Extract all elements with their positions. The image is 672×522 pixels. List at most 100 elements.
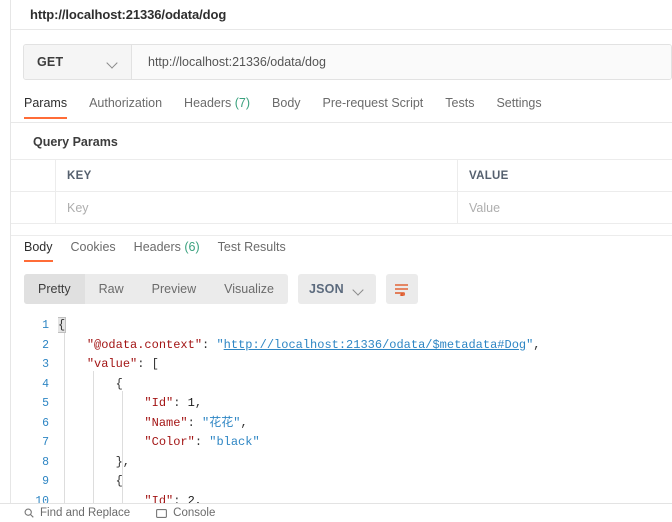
tab-label: Body	[24, 240, 53, 254]
request-tabs-divider	[11, 122, 672, 123]
line-number: 3	[42, 358, 49, 371]
request-tab-settings[interactable]: Settings	[496, 92, 541, 119]
line-number: 9	[42, 475, 49, 488]
line-number: 10	[35, 494, 49, 504]
code-line: },	[58, 453, 672, 473]
query-params-title: Query Params	[33, 135, 118, 149]
code-token: 2	[187, 493, 195, 504]
wrap-lines-icon	[395, 283, 409, 296]
code-token: "Color"	[144, 435, 195, 449]
search-icon	[24, 508, 34, 518]
tab-label: Headers	[184, 96, 232, 110]
status-bar-console[interactable]: Console	[156, 507, 215, 519]
view-mode-raw[interactable]: Raw	[85, 274, 138, 304]
tab-label: Authorization	[89, 96, 163, 110]
line-number: 6	[42, 416, 49, 430]
http-method-selector[interactable]: GET	[24, 45, 132, 79]
indent-guide	[64, 333, 65, 503]
code-token: :	[194, 435, 210, 449]
code-token[interactable]: http://localhost:21336/odata/$metadata#D…	[224, 338, 526, 352]
tab-count-badge: (7)	[231, 96, 251, 110]
row-checkbox-cell[interactable]	[11, 192, 56, 223]
response-format-selector[interactable]: JSON	[297, 274, 376, 304]
url-input[interactable]: http://localhost:21336/odata/dog	[132, 45, 671, 79]
table-row: Key Value	[11, 192, 672, 224]
line-number: 1	[42, 319, 49, 332]
key-column-label: KEY	[67, 169, 92, 182]
query-params-header: Query Params	[11, 128, 672, 156]
code-line: "Name": "花花",	[58, 414, 672, 434]
code-line: "@odata.context": "http://localhost:2133…	[58, 336, 672, 356]
code-token: },	[58, 454, 131, 469]
request-tab-params[interactable]: Params	[24, 92, 68, 119]
checkbox-column-header	[11, 160, 56, 191]
code-token: "black"	[209, 435, 260, 449]
key-input-placeholder: Key	[67, 200, 89, 215]
line-number: 8	[42, 455, 49, 469]
response-format-label: JSON	[308, 282, 344, 296]
key-column-header: KEY	[56, 160, 458, 191]
line-number: 5	[42, 397, 49, 410]
request-tab-body[interactable]: Body	[272, 92, 301, 119]
response-tab-body[interactable]: Body	[24, 237, 53, 262]
tab-count-badge: (6)	[180, 240, 200, 254]
request-tab-tests[interactable]: Tests	[445, 92, 474, 119]
chevron-down-icon	[108, 59, 119, 66]
console-icon	[156, 508, 168, 518]
code-token: ,	[240, 415, 248, 430]
response-tab-cookies[interactable]: Cookies	[71, 237, 116, 262]
line-number: 4	[42, 377, 49, 391]
indent-guide	[93, 371, 94, 503]
table-footer-spacer	[11, 224, 672, 236]
code-line: "Color": "black"	[58, 433, 672, 453]
code-token: {	[58, 376, 123, 391]
value-input-cell[interactable]: Value	[458, 192, 672, 223]
request-url-row: GET http://localhost:21336/odata/dog	[23, 44, 672, 80]
tab-label: Pre-request Script	[322, 96, 424, 110]
query-params-table: KEY VALUE Key Value	[11, 159, 672, 236]
response-tabs: Body Cookies Headers (6) Test Results	[11, 237, 672, 265]
code-token: :	[173, 493, 188, 504]
request-tab-pre-request-script[interactable]: Pre-request Script	[323, 92, 424, 119]
http-method-label: GET	[37, 55, 64, 69]
response-body-editor[interactable]: 1234567891011 { "@odata.context": "http:…	[11, 311, 672, 503]
table-header-row: KEY VALUE	[11, 160, 672, 192]
indent-guide	[122, 391, 123, 503]
request-title: http://localhost:21336/odata/dog	[30, 7, 227, 22]
code-line: "value": [	[58, 355, 672, 375]
editor-line-numbers: 1234567891011	[11, 311, 58, 503]
response-tab-headers[interactable]: Headers (6)	[134, 237, 200, 262]
response-view-mode-group: Pretty Raw Preview Visualize	[24, 274, 288, 304]
status-bar-label: Find and Replace	[40, 507, 131, 519]
request-tab-headers[interactable]: Headers (7)	[184, 92, 250, 119]
code-line: {	[58, 472, 672, 492]
code-token: :	[202, 337, 217, 352]
url-input-value: http://localhost:21336/odata/dog	[148, 55, 326, 69]
chevron-down-icon	[354, 286, 365, 293]
status-bar-find-and-replace[interactable]: Find and Replace	[24, 507, 130, 519]
code-token: ,	[194, 493, 203, 504]
value-input-placeholder: Value	[469, 200, 501, 215]
key-input-cell[interactable]: Key	[56, 192, 458, 223]
status-bar-label: Console	[173, 507, 216, 519]
request-tab-authorization[interactable]: Authorization	[89, 92, 162, 119]
code-token: :	[187, 415, 203, 430]
title-divider	[11, 29, 672, 30]
editor-code-area[interactable]: { "@odata.context": "http://localhost:21…	[58, 311, 672, 503]
view-mode-pretty[interactable]: Pretty	[24, 274, 85, 304]
view-mode-visualize[interactable]: Visualize	[210, 274, 288, 304]
code-token: "花花"	[202, 415, 241, 430]
code-line: "Id": 1,	[58, 394, 672, 414]
code-token: 1	[187, 396, 195, 410]
value-column-header: VALUE	[458, 160, 672, 191]
view-mode-preview[interactable]: Preview	[138, 274, 210, 304]
response-tab-test-results[interactable]: Test Results	[218, 237, 286, 262]
wrap-lines-button[interactable]	[385, 274, 418, 304]
code-token: ,	[194, 396, 203, 410]
code-line: "Id": 2,	[58, 492, 672, 504]
code-token: "Id"	[144, 396, 174, 410]
status-bar: Find and Replace Console	[0, 503, 672, 522]
